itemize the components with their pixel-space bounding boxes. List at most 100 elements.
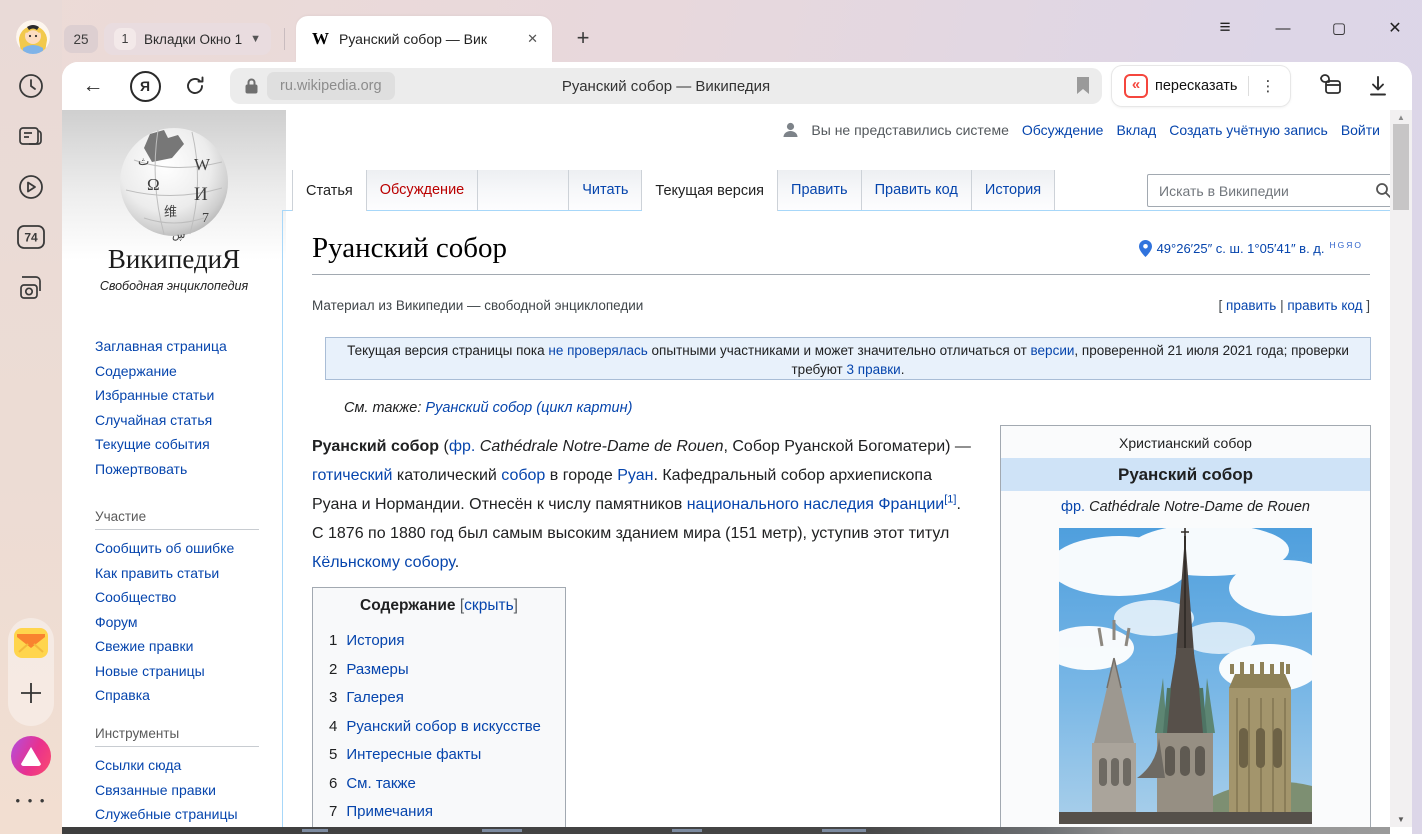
personal-link-login[interactable]: Войти bbox=[1341, 122, 1380, 138]
toc-item[interactable]: 1История bbox=[329, 627, 565, 656]
tab-edit[interactable]: Править bbox=[778, 170, 862, 210]
inline-link[interactable]: править bbox=[1226, 298, 1276, 313]
reload-button[interactable] bbox=[178, 69, 212, 103]
sidebar-item-specialpages[interactable]: Служебные страницы bbox=[95, 806, 238, 822]
rail-more-icon[interactable]: • • • bbox=[0, 793, 62, 808]
sidebar-item-featured[interactable]: Избранные статьи bbox=[95, 387, 214, 403]
sidebar-item-newpages[interactable]: Новые страницы bbox=[95, 663, 205, 679]
sidebar-item-help[interactable]: Справка bbox=[95, 687, 150, 703]
edit-links[interactable]: [ править | править код ] bbox=[1219, 298, 1370, 313]
wikipedia-globe-logo[interactable]: W И Ω 维 ث 7 ڛ bbox=[114, 120, 234, 242]
inline-link[interactable]: фр. bbox=[449, 438, 476, 455]
inline-link[interactable]: Кёльнскому собору bbox=[312, 554, 455, 571]
scroll-down-icon[interactable]: ▼ bbox=[1390, 815, 1412, 824]
page-scrollbar[interactable]: ▲ ▼ bbox=[1390, 110, 1412, 827]
inline-link[interactable]: править код bbox=[1287, 298, 1362, 313]
wiki-search-box[interactable] bbox=[1147, 174, 1390, 207]
sidebar-item-forum[interactable]: Форум bbox=[95, 614, 138, 630]
address-bar[interactable]: ru.wikipedia.org Руанский собор — Википе… bbox=[230, 68, 1102, 104]
personal-bar: Вы не представились системе Обсуждение В… bbox=[783, 122, 1380, 138]
window-number-badge: 1 bbox=[114, 28, 136, 50]
toc-item[interactable]: 4Руанский собор в искусстве bbox=[329, 713, 565, 742]
sidebar-item-howtoedit[interactable]: Как править статьи bbox=[95, 565, 219, 581]
article-byline-row: Материал из Википедии — свободной энцикл… bbox=[312, 298, 1370, 313]
history-icon[interactable] bbox=[0, 72, 62, 100]
inline-link[interactable]: Руанский собор (цикл картин) bbox=[425, 400, 632, 416]
retell-more-icon[interactable]: ⋮ bbox=[1260, 77, 1276, 95]
sidebar-item-relatedchanges[interactable]: Связанные правки bbox=[95, 782, 216, 798]
tabs-counter-badge[interactable]: 25 bbox=[64, 25, 98, 53]
yandex-mail-icon[interactable] bbox=[0, 626, 62, 660]
screenshot-icon[interactable] bbox=[0, 273, 62, 303]
tab-current-version[interactable]: Текущая версия bbox=[642, 170, 778, 211]
feed-panels-icon[interactable] bbox=[0, 123, 62, 151]
tab-talk[interactable]: Обсуждение bbox=[367, 170, 478, 210]
toc-item[interactable]: 3Галерея bbox=[329, 684, 565, 713]
scroll-up-icon[interactable]: ▲ bbox=[1390, 113, 1412, 122]
search-icon[interactable] bbox=[1375, 182, 1390, 199]
new-tab-button[interactable]: + bbox=[568, 22, 598, 54]
toc-item[interactable]: 5Интересные факты bbox=[329, 741, 565, 770]
tab-close-icon[interactable]: ✕ bbox=[527, 31, 538, 47]
sidebar-item-recentchanges[interactable]: Свежие правки bbox=[95, 638, 193, 654]
toc-item[interactable]: 2Размеры bbox=[329, 656, 565, 685]
inline-link[interactable]: версии bbox=[1031, 343, 1075, 358]
retell-button[interactable]: « пересказать ⋮ bbox=[1112, 66, 1290, 106]
tab-title: Руанский собор — Вик bbox=[339, 31, 523, 47]
tab-group-selector[interactable]: 1 Вкладки Окно 1 ▼ bbox=[104, 23, 271, 55]
tab-edit-source[interactable]: Править код bbox=[862, 170, 972, 210]
inline-link[interactable]: собор bbox=[501, 467, 545, 484]
svg-text:W: W bbox=[194, 155, 211, 174]
sidebar-item-donate[interactable]: Пожертвовать bbox=[95, 461, 187, 477]
browser-menu-button[interactable]: ≡ bbox=[1208, 12, 1242, 44]
toc-item[interactable]: 6См. также bbox=[329, 770, 565, 799]
sidebar-item-currentevents[interactable]: Текущие события bbox=[95, 436, 210, 452]
collections-icon[interactable] bbox=[1316, 74, 1344, 98]
retell-quote-icon: « bbox=[1124, 74, 1148, 98]
toc-hide-link[interactable]: скрыть bbox=[464, 597, 513, 614]
url-domain[interactable]: ru.wikipedia.org bbox=[267, 72, 395, 100]
inline-link[interactable]: фр. bbox=[1061, 499, 1085, 515]
tab-history[interactable]: История bbox=[972, 170, 1055, 210]
content-left-border bbox=[282, 211, 283, 827]
scrollbar-thumb[interactable] bbox=[1393, 124, 1409, 210]
infobox-type: Христианский собор bbox=[1001, 435, 1370, 451]
sidebar-item-mainpage[interactable]: Заглавная страница bbox=[95, 338, 227, 354]
wikipedia-wordmark[interactable]: ВикипедиЯ bbox=[62, 244, 286, 275]
personal-link-talk[interactable]: Обсуждение bbox=[1022, 122, 1104, 138]
add-shortcut-icon[interactable] bbox=[0, 680, 62, 706]
sidebar-item-community[interactable]: Сообщество bbox=[95, 589, 176, 605]
tabs-count-badge[interactable]: 74 bbox=[0, 224, 62, 250]
inline-link[interactable]: готический bbox=[312, 467, 392, 484]
inline-link[interactable]: национального наследия Франции bbox=[687, 496, 945, 513]
avatar-girl-icon bbox=[16, 20, 50, 54]
profile-avatar[interactable] bbox=[16, 20, 50, 54]
cathedral-photo[interactable] bbox=[1059, 528, 1312, 824]
downloads-icon[interactable] bbox=[1368, 75, 1388, 97]
sidebar-item-reporterror[interactable]: Сообщить об ошибке bbox=[95, 540, 234, 556]
tab-read[interactable]: Читать bbox=[569, 170, 642, 210]
inline-link[interactable]: не проверялась bbox=[548, 343, 647, 358]
reload-icon bbox=[184, 75, 206, 97]
yandex-home-button[interactable]: Я bbox=[128, 69, 162, 103]
personal-link-createaccount[interactable]: Создать учётную запись bbox=[1169, 122, 1328, 138]
inline-link[interactable]: Руан bbox=[617, 467, 653, 484]
sidebar-item-whatlinkshere[interactable]: Ссылки сюда bbox=[95, 757, 181, 773]
tab-article[interactable]: Статья bbox=[292, 170, 367, 211]
toc-item[interactable]: 7Примечания bbox=[329, 798, 565, 827]
maximize-button[interactable]: ▢ bbox=[1322, 12, 1356, 44]
inline-link[interactable]: 3 правки bbox=[847, 362, 901, 377]
inline-link[interactable]: [1] bbox=[944, 494, 956, 506]
active-browser-tab[interactable]: W Руанский собор — Вик ✕ bbox=[296, 16, 552, 62]
sidebar-item-contents[interactable]: Содержание bbox=[95, 363, 177, 379]
video-play-icon[interactable] bbox=[0, 173, 62, 201]
wiki-search-input[interactable] bbox=[1157, 182, 1375, 200]
back-button[interactable]: ← bbox=[76, 69, 110, 103]
close-window-button[interactable]: ✕ bbox=[1378, 12, 1412, 44]
minimize-button[interactable]: — bbox=[1266, 12, 1300, 44]
bookmark-icon[interactable] bbox=[1076, 77, 1090, 100]
toc-list: 1История 2Размеры 3Галерея 4Руанский соб… bbox=[329, 627, 565, 827]
personal-link-contribs[interactable]: Вклад bbox=[1116, 122, 1156, 138]
alice-assistant-icon[interactable] bbox=[11, 736, 51, 776]
sidebar-item-random[interactable]: Случайная статья bbox=[95, 412, 212, 428]
